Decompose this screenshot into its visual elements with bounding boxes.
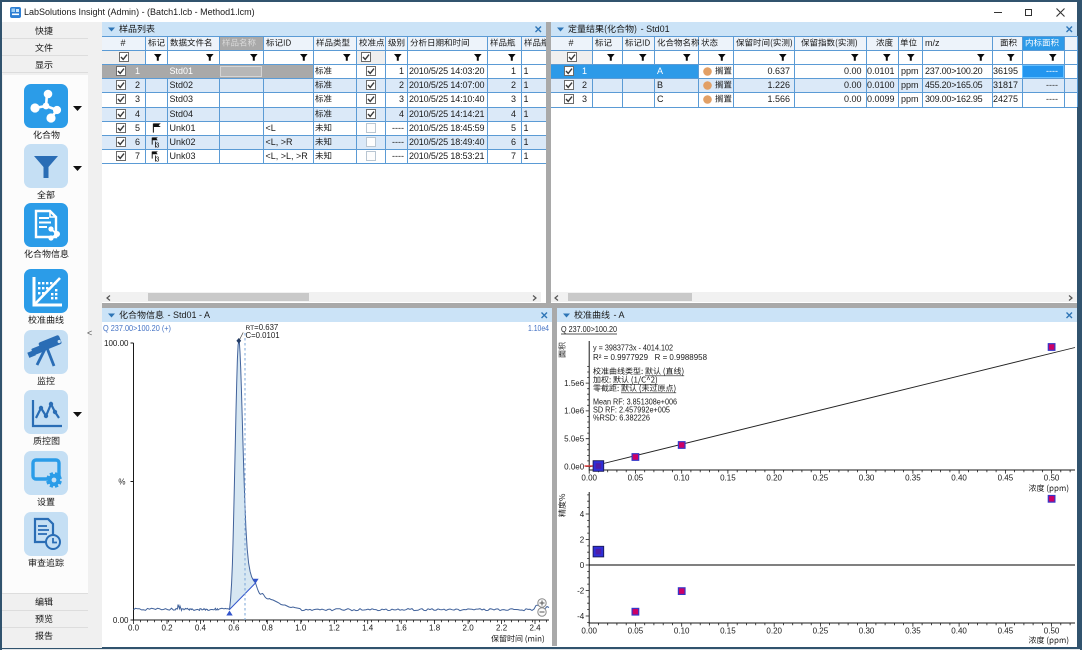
svg-text:1.0: 1.0 <box>295 624 307 633</box>
svg-text:0.00: 0.00 <box>581 473 597 482</box>
svg-text:Q 237.00>100.20: Q 237.00>100.20 <box>561 325 617 334</box>
svg-text:100.00: 100.00 <box>104 339 129 348</box>
svg-text:0.0e0: 0.0e0 <box>564 462 585 471</box>
svg-text:Q 237.00>100.20 (+): Q 237.00>100.20 (+) <box>103 324 171 333</box>
svg-text:0.05: 0.05 <box>628 626 644 635</box>
svg-text:0.20: 0.20 <box>766 626 782 635</box>
svg-text:0.8: 0.8 <box>262 624 274 633</box>
svg-text:3: 3 <box>156 142 160 148</box>
svg-text:0.20: 0.20 <box>766 473 782 482</box>
svg-text:1.4: 1.4 <box>362 624 374 633</box>
svg-text:0.00: 0.00 <box>113 616 129 625</box>
svg-text:-2: -2 <box>577 586 585 595</box>
svg-text:0.10: 0.10 <box>674 473 690 482</box>
svg-text:y = 3983773x - 4014.102: y = 3983773x - 4014.102 <box>593 344 673 353</box>
svg-text:0.45: 0.45 <box>998 626 1014 635</box>
svg-text:2: 2 <box>580 535 585 544</box>
svg-text:0.4: 0.4 <box>195 624 207 633</box>
svg-text:1.6: 1.6 <box>396 624 408 633</box>
svg-text:1.10e4: 1.10e4 <box>528 324 549 333</box>
svg-text:0.15: 0.15 <box>720 626 736 635</box>
svg-text:C=0.0101: C=0.0101 <box>246 331 280 340</box>
svg-text:0.25: 0.25 <box>813 626 829 635</box>
svg-text:1.5e6: 1.5e6 <box>564 379 585 388</box>
svg-text:0.30: 0.30 <box>859 473 875 482</box>
svg-text:0.0: 0.0 <box>128 624 140 633</box>
svg-text:R² = 0.9977929 R = 0.9988958: R² = 0.9977929 R = 0.9988958 <box>593 353 708 362</box>
svg-text:1.2: 1.2 <box>329 624 341 633</box>
svg-text:2.0: 2.0 <box>463 624 475 633</box>
svg-text:1.0e6: 1.0e6 <box>564 407 585 416</box>
svg-text:1.8: 1.8 <box>429 624 441 633</box>
svg-text:2.4: 2.4 <box>529 624 541 633</box>
svg-text:%RSD: 6.382226: %RSD: 6.382226 <box>593 414 650 423</box>
svg-text:0: 0 <box>580 561 585 570</box>
svg-text:0.05: 0.05 <box>628 473 644 482</box>
svg-text:0.30: 0.30 <box>859 626 875 635</box>
svg-text:2.2: 2.2 <box>496 624 508 633</box>
svg-text:0.25: 0.25 <box>813 473 829 482</box>
svg-text:0.2: 0.2 <box>161 624 173 633</box>
svg-text:%: % <box>118 478 125 487</box>
svg-text:3: 3 <box>156 156 160 162</box>
svg-text:5.0e5: 5.0e5 <box>564 435 585 444</box>
svg-text:0.15: 0.15 <box>720 473 736 482</box>
svg-text:4: 4 <box>580 510 585 519</box>
svg-text:0.50: 0.50 <box>1044 626 1060 635</box>
svg-text:0.40: 0.40 <box>951 626 967 635</box>
svg-text:0.10: 0.10 <box>674 626 690 635</box>
svg-text:0.40: 0.40 <box>951 473 967 482</box>
svg-text:0.35: 0.35 <box>905 626 921 635</box>
svg-text:0.50: 0.50 <box>1044 473 1060 482</box>
svg-text:-4: -4 <box>577 612 585 621</box>
svg-text:0.6: 0.6 <box>228 624 240 633</box>
svg-text:0.45: 0.45 <box>998 473 1014 482</box>
svg-text:0.35: 0.35 <box>905 473 921 482</box>
svg-text:0.00: 0.00 <box>581 626 597 635</box>
